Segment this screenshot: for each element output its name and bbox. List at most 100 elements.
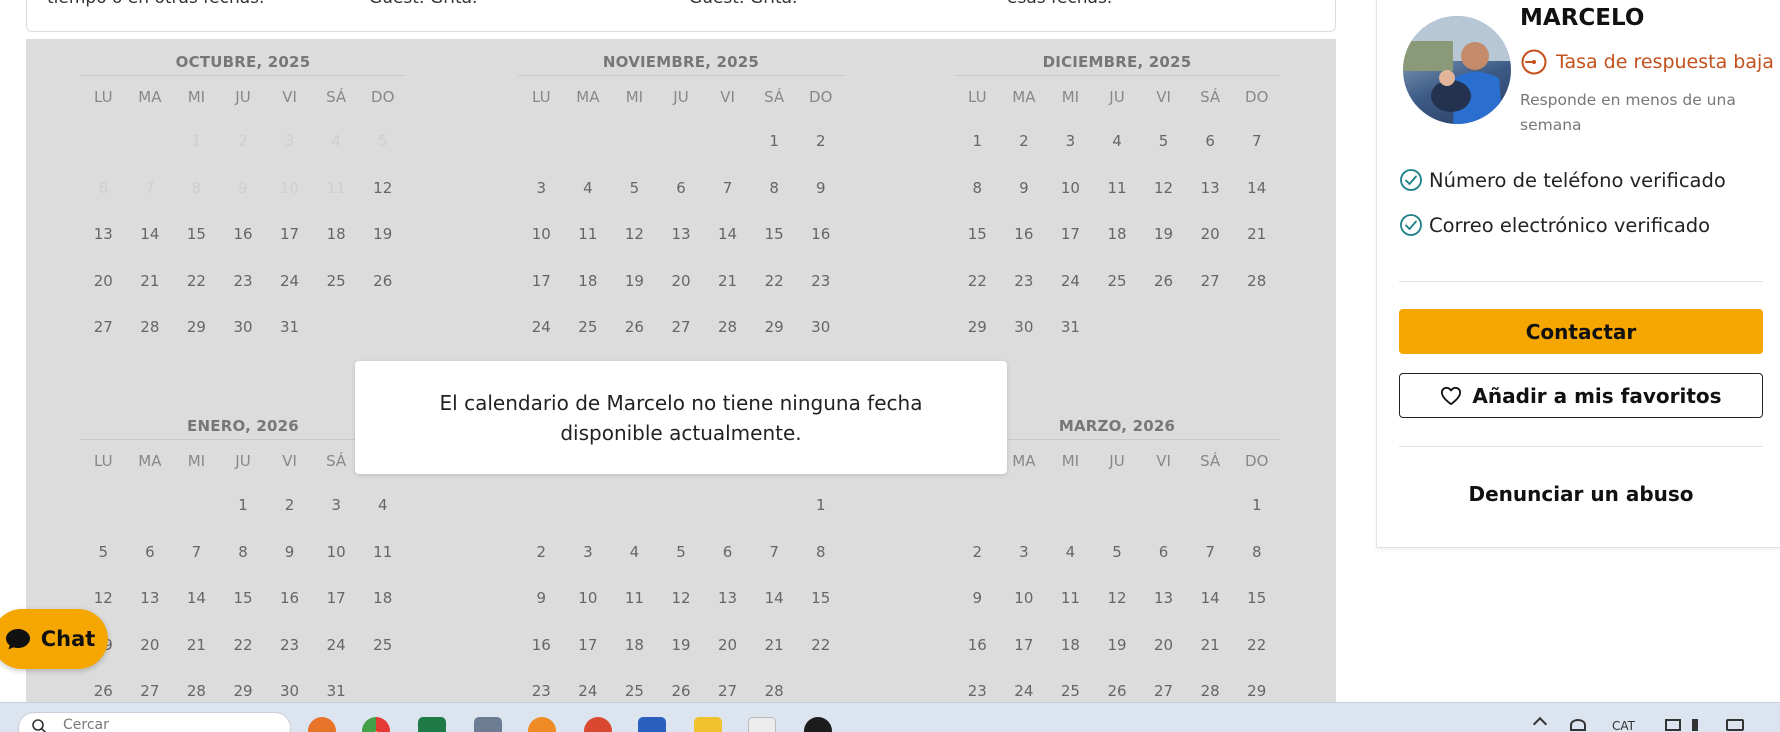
excel-icon[interactable] (418, 717, 446, 732)
calendar-day: 11 (624, 589, 644, 607)
calendar-empty-cell (704, 482, 751, 529)
calendar-day: 30 (280, 682, 300, 700)
calendar-day: 17 (578, 635, 598, 654)
calendar-empty-cell (1140, 482, 1187, 529)
calendar-empty-cell (173, 482, 220, 529)
calendar-day: 11 (1107, 178, 1127, 197)
chat-button[interactable]: Chat (0, 609, 108, 669)
calendar-day: 19 (1107, 635, 1127, 654)
weekday-header: SÁ (764, 88, 785, 106)
folder-icon[interactable] (694, 717, 722, 732)
weekday-header: LU (531, 88, 551, 106)
volume-icon[interactable] (1692, 719, 1706, 731)
calendar-day: 15 (1247, 589, 1267, 607)
calendar-day: 14 (764, 589, 784, 607)
search-icon (32, 719, 47, 732)
calendar-day: 12 (1154, 178, 1174, 197)
calendar-day: 21 (140, 271, 160, 290)
calendar-day: 7 (145, 178, 155, 197)
calendar-day: 10 (578, 589, 598, 607)
weekday-header: JU (235, 452, 251, 470)
calendar-day: 17 (531, 271, 551, 290)
calendar-day: 20 (718, 635, 738, 654)
weekday-header: LU (967, 88, 987, 106)
calendar-day: 25 (1107, 271, 1127, 290)
calendar-day: 9 (284, 542, 295, 561)
calendar-day: 11 (1060, 589, 1080, 607)
response-time: Responde en menos de una semana (1520, 91, 1736, 134)
calendar-day: 20 (671, 271, 691, 290)
calendar-day: 30 (233, 318, 253, 336)
calendar-day: 2 (536, 542, 547, 561)
calendar-day: 29 (186, 318, 206, 336)
chrome-icon[interactable] (362, 717, 390, 732)
calendar-month: OCTUBRE, 2025 LU MA MI JU VI SÁ DO 1 2 3 4 5 6 7 8 9 10 11… (80, 49, 406, 351)
report-abuse-link[interactable]: Denunciar un abuso (1399, 482, 1763, 506)
calendar-day: 2 (284, 496, 295, 514)
calendar-day: 10 (1060, 178, 1080, 197)
app-icon[interactable] (584, 717, 612, 732)
calendar-day: 27 (1154, 682, 1174, 700)
calendar-day: 27 (718, 682, 738, 700)
calendar-day: 23 (967, 682, 987, 700)
host-sidebar: MARCELO Tasa de respuesta baja Responde … (1376, 0, 1780, 548)
calculator-icon[interactable] (474, 717, 502, 732)
taskbar-search[interactable]: Cercar (18, 712, 291, 732)
calendar-empty-cell (658, 482, 705, 529)
calendar-month: NOVIEMBRE, 2025 LU MA MI JU VI SÁ DO 1 2 3 4 5 6 7 8 9 10… (518, 49, 844, 351)
calendar-day: 12 (671, 589, 691, 607)
calendar-day: 15 (967, 225, 987, 243)
calendar-day: 17 (1060, 225, 1080, 243)
calendar-day: 2 (815, 132, 826, 150)
calendar-day: 5 (1158, 132, 1169, 150)
display-icon[interactable] (1665, 719, 1681, 731)
weekday-header: SÁ (1200, 452, 1221, 470)
app-icon[interactable] (804, 717, 832, 732)
calendar-empty-cell (1047, 482, 1094, 529)
document-icon[interactable] (748, 717, 776, 732)
weekday-header: MA (576, 88, 600, 106)
month-title: OCTUBRE, 2025 (80, 49, 406, 76)
calendar-day: 29 (764, 318, 784, 336)
calendar-day: 23 (811, 271, 831, 290)
contact-button[interactable]: Contactar (1399, 309, 1763, 354)
calendar-day: 24 (1060, 271, 1080, 290)
response-rate-label: Tasa de respuesta baja (1556, 51, 1774, 73)
calendar-day: 5 (377, 132, 388, 150)
chevron-up-icon[interactable] (1532, 716, 1548, 732)
weekday-header: JU (673, 88, 689, 106)
calendar-empty-cell (80, 482, 127, 529)
calendar-day: 18 (1107, 225, 1127, 243)
calendar-day: 16 (1014, 225, 1034, 243)
weekday-header: DO (1245, 88, 1269, 106)
word-icon[interactable] (638, 717, 666, 732)
calendar-day: 25 (1060, 682, 1080, 700)
firefox-icon[interactable] (308, 717, 336, 732)
network-icon[interactable] (1570, 719, 1586, 731)
weekday-header: VI (282, 88, 297, 106)
calendar-day: 4 (1065, 542, 1076, 561)
calendar-empty-cell (565, 118, 612, 165)
calendar-day: 18 (1060, 635, 1080, 654)
calendar-day: 27 (671, 318, 691, 336)
vlc-icon[interactable] (528, 717, 556, 732)
calendar-day: 28 (186, 682, 206, 700)
calendar-day: 13 (93, 225, 113, 243)
calendar-day: 24 (280, 271, 300, 290)
calendar-day: 6 (1158, 542, 1169, 561)
calendar-day: 26 (93, 682, 113, 700)
gauge-icon (1521, 49, 1547, 75)
calendar-empty-cell (704, 118, 751, 165)
language-indicator[interactable]: CAT (1612, 719, 1635, 732)
calendar-day: 24 (326, 635, 346, 654)
calendar-day: 18 (578, 271, 598, 290)
calendar-day: 16 (233, 225, 253, 243)
weekday-header: VI (1156, 452, 1171, 470)
host-avatar[interactable] (1403, 16, 1511, 124)
calendar-day: 17 (280, 225, 300, 243)
battery-icon[interactable] (1726, 719, 1744, 731)
add-favorite-button[interactable]: Añadir a mis favoritos (1399, 373, 1763, 418)
calendar-day: 1 (769, 132, 779, 150)
weekday-header: MI (625, 88, 644, 106)
calendar-day: 8 (191, 178, 202, 197)
